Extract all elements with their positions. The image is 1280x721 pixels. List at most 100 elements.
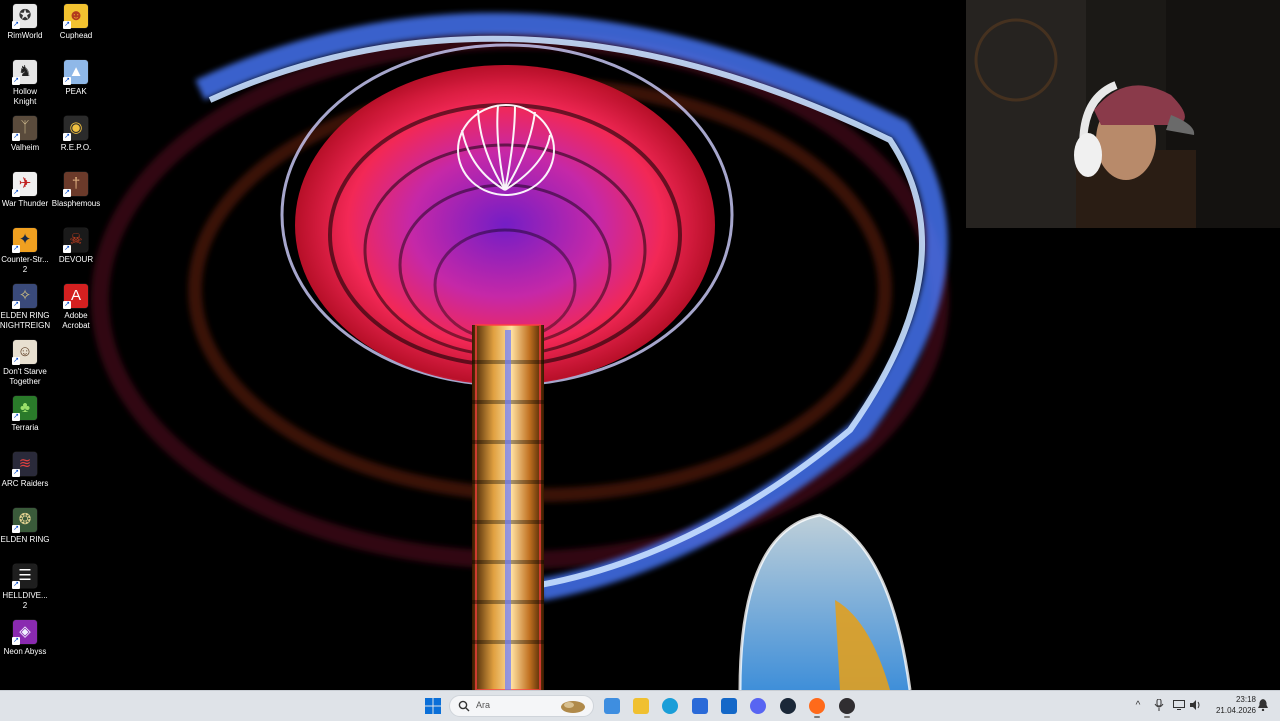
edge-browser-icon xyxy=(662,698,678,714)
desktop-icon[interactable]: ♞ ↗ Hollow Knight xyxy=(0,60,50,107)
discord-icon xyxy=(750,698,766,714)
desktop-icon[interactable]: † ↗ Blasphemous xyxy=(51,172,101,209)
app-icon: A ↗ xyxy=(63,284,88,309)
desktop-icon-label: R.E.P.O. xyxy=(60,143,92,152)
desktop-icon[interactable]: ◈ ↗ Neon Abyss xyxy=(0,620,50,657)
desktop-icon-label: Blasphemous xyxy=(51,199,101,208)
app-icon: ᛉ ↗ xyxy=(12,116,37,141)
shortcut-arrow-icon: ↗ xyxy=(12,77,20,85)
app-icon: ☺ ↗ xyxy=(12,340,37,365)
app-icon: ❂ ↗ xyxy=(12,508,37,533)
app-icon: ☰ ↗ xyxy=(12,564,37,589)
desktop-icon-label: Cuphead xyxy=(59,31,93,40)
desktop-icon-label: RimWorld xyxy=(7,31,43,40)
shortcut-arrow-icon: ↗ xyxy=(12,469,20,477)
desktop-icon-label: Valheim xyxy=(10,143,40,152)
desktop-icon-label: Counter-Str... 2 xyxy=(1,255,49,274)
microsoft-store-icon xyxy=(692,698,708,714)
outlook-taskbar-button[interactable] xyxy=(717,694,741,718)
desktop-icon-label: Terraria xyxy=(11,423,39,432)
file-explorer-icon xyxy=(633,698,649,714)
shortcut-arrow-icon: ↗ xyxy=(63,189,71,197)
running-indicator xyxy=(844,716,850,718)
desktop-icon-label: ELDEN RING NIGHTREIGN xyxy=(0,311,51,330)
app-icon: ✦ ↗ xyxy=(12,228,37,253)
running-indicator xyxy=(814,716,820,718)
desktop-icon-label: Neon Abyss xyxy=(3,647,47,656)
microsoft-store-taskbar-button[interactable] xyxy=(688,694,712,718)
desktop-icon[interactable]: ✦ ↗ Counter-Str... 2 xyxy=(0,228,50,275)
start-button[interactable] xyxy=(421,694,445,718)
taskbar: Ara ^ 23:18 21.04.2026 xyxy=(0,690,1280,721)
desktop-icon-label: Hollow Knight xyxy=(12,87,37,106)
clock-time: 23:18 xyxy=(1235,695,1256,704)
shortcut-arrow-icon: ↗ xyxy=(63,301,71,309)
search-placeholder: Ara xyxy=(476,700,491,710)
app-icon: ▲ ↗ xyxy=(63,60,88,85)
firefox-taskbar-button[interactable] xyxy=(805,694,829,718)
desktop-icon[interactable]: ≋ ↗ ARC Raiders xyxy=(0,452,50,489)
desktop-icon-label: Don't Starve Together xyxy=(3,367,47,386)
microphone-icon[interactable] xyxy=(1152,698,1166,712)
desktop-icon[interactable]: ☻ ↗ Cuphead xyxy=(51,4,101,41)
file-explorer-taskbar-button[interactable] xyxy=(629,694,653,718)
desktop-icon[interactable]: ✧ ↗ ELDEN RING NIGHTREIGN xyxy=(0,284,50,331)
shortcut-arrow-icon: ↗ xyxy=(63,21,71,29)
app-icon: ✪ ↗ xyxy=(12,4,37,29)
app-icon: ♞ ↗ xyxy=(12,60,37,85)
app-icon: ◈ ↗ xyxy=(12,620,37,645)
app-icon: ☠ ↗ xyxy=(63,228,88,253)
desktop-icon[interactable]: ᛉ ↗ Valheim xyxy=(0,116,50,153)
shortcut-arrow-icon: ↗ xyxy=(12,21,20,29)
app-icon: ✧ ↗ xyxy=(12,284,37,309)
steam-icon xyxy=(780,698,796,714)
shortcut-arrow-icon: ↗ xyxy=(63,245,71,253)
notification-bell-icon[interactable] xyxy=(1256,698,1270,712)
search-highlight-icon xyxy=(561,701,585,713)
shortcut-arrow-icon: ↗ xyxy=(12,637,20,645)
discord-taskbar-button[interactable] xyxy=(746,694,770,718)
volume-icon[interactable] xyxy=(1189,698,1203,712)
desktop-icon-label: DEVOUR xyxy=(58,255,94,264)
windows-start-icon xyxy=(425,698,441,714)
taskbar-clock[interactable]: 23:18 21.04.2026 xyxy=(1204,694,1256,716)
app-icon: ☻ ↗ xyxy=(63,4,88,29)
steam-taskbar-button[interactable] xyxy=(776,694,800,718)
desktop-icon-label: PEAK xyxy=(65,87,87,96)
shortcut-arrow-icon: ↗ xyxy=(12,133,20,141)
app-icon: † ↗ xyxy=(63,172,88,197)
chevron-up-icon: ^ xyxy=(1135,699,1141,711)
network-icon[interactable] xyxy=(1172,698,1186,712)
outlook-icon xyxy=(721,698,737,714)
shortcut-arrow-icon: ↗ xyxy=(63,77,71,85)
desktop-icon[interactable]: ♣ ↗ Terraria xyxy=(0,396,50,433)
shortcut-arrow-icon: ↗ xyxy=(12,581,20,589)
app-icon: ✈ ↗ xyxy=(12,172,37,197)
edge-browser-taskbar-button[interactable] xyxy=(658,694,682,718)
desktop-icon[interactable]: ▲ ↗ PEAK xyxy=(51,60,101,97)
desktop-icon[interactable]: ❂ ↗ ELDEN RING xyxy=(0,508,50,545)
webcam-overlay xyxy=(966,0,1280,228)
shortcut-arrow-icon: ↗ xyxy=(12,525,20,533)
obs-studio-icon xyxy=(839,698,855,714)
desktop-icon[interactable]: ☠ ↗ DEVOUR xyxy=(51,228,101,265)
shortcut-arrow-icon: ↗ xyxy=(12,357,20,365)
webcam-image xyxy=(966,0,1280,228)
widgets-app-icon xyxy=(604,698,620,714)
taskbar-search-box[interactable]: Ara xyxy=(449,695,594,717)
shortcut-arrow-icon: ↗ xyxy=(12,245,20,253)
widgets-app-taskbar-button[interactable] xyxy=(600,694,624,718)
desktop-icon-label: ARC Raiders xyxy=(1,479,49,488)
app-icon: ◉ ↗ xyxy=(63,116,88,141)
obs-studio-taskbar-button[interactable] xyxy=(835,694,859,718)
desktop-icon[interactable]: A ↗ Adobe Acrobat xyxy=(51,284,101,331)
desktop-icon[interactable]: ◉ ↗ R.E.P.O. xyxy=(51,116,101,153)
desktop-icon[interactable]: ☰ ↗ HELLDIVE... 2 xyxy=(0,564,50,611)
clock-date: 21.04.2026 xyxy=(1215,706,1256,715)
desktop-icon[interactable]: ✈ ↗ War Thunder xyxy=(0,172,50,209)
search-icon xyxy=(458,700,470,712)
show-hidden-icons-button[interactable]: ^ xyxy=(1131,698,1145,712)
desktop-icon[interactable]: ✪ ↗ RimWorld xyxy=(0,4,50,41)
desktop-icon[interactable]: ☺ ↗ Don't Starve Together xyxy=(0,340,50,387)
firefox-icon xyxy=(809,698,825,714)
